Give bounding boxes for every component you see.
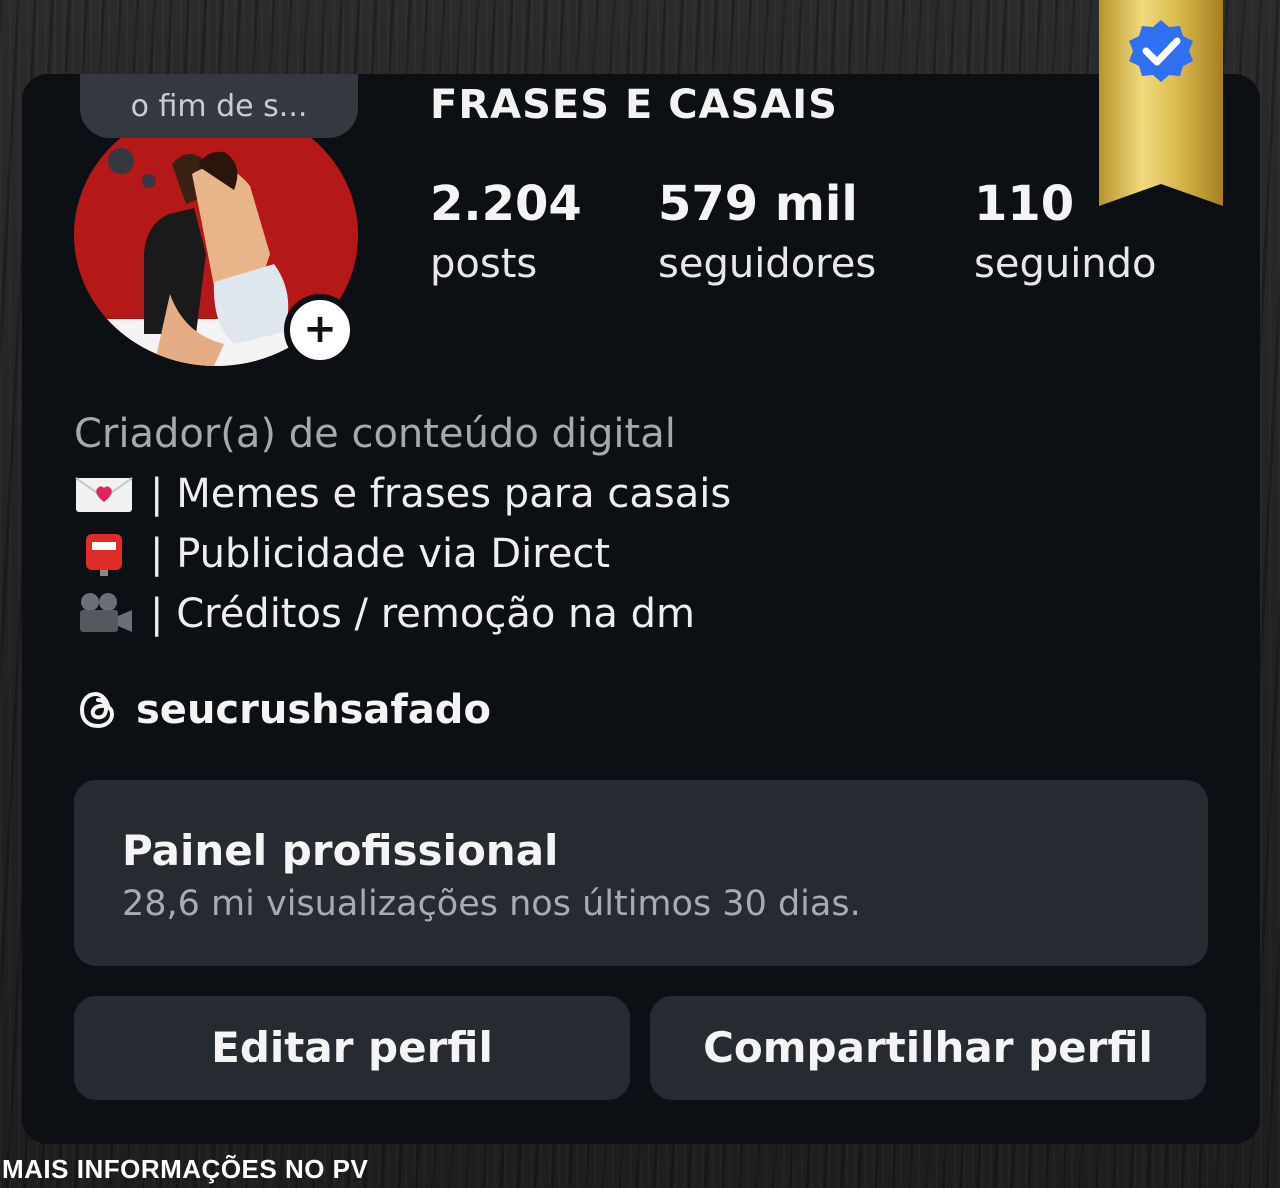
footer-caption: MAIS INFORMAÇÕES NO PV bbox=[2, 1154, 369, 1184]
bio-line-text: | Créditos / remoção na dm bbox=[150, 591, 695, 637]
love-letter-icon bbox=[74, 472, 134, 516]
bio-line-text: | Publicidade via Direct bbox=[150, 531, 611, 577]
profile-name: FRASES E CASAIS bbox=[430, 82, 838, 128]
note-bubble-dot-small bbox=[142, 174, 156, 188]
stat-posts-value: 2.204 bbox=[430, 176, 582, 232]
stat-followers-label: seguidores bbox=[658, 241, 877, 287]
stat-posts[interactable]: 2.204 posts bbox=[430, 174, 582, 294]
professional-dashboard[interactable]: Painel profissional 28,6 mi visualizaçõe… bbox=[74, 780, 1208, 966]
bio-line-text: | Memes e frases para casais bbox=[150, 471, 732, 517]
dashboard-title: Painel profissional bbox=[122, 826, 559, 875]
note-bubble-dot bbox=[108, 148, 134, 174]
bio-line: | Créditos / remoção na dm bbox=[74, 584, 731, 644]
note-text: o fim de s... bbox=[130, 89, 308, 124]
movie-camera-icon bbox=[74, 592, 134, 636]
profile-card: o fim de s... + FRASES E CASAIS 2.204 po… bbox=[22, 74, 1260, 1144]
threads-handle: seucrushsafado bbox=[136, 687, 491, 733]
bio-line: | Publicidade via Direct bbox=[74, 524, 731, 584]
bio: Criador(a) de conteúdo digital | Memes e… bbox=[74, 404, 731, 644]
stat-followers-value: 579 mil bbox=[658, 176, 858, 232]
plus-icon: + bbox=[303, 306, 337, 352]
share-profile-button[interactable]: Compartilhar perfil bbox=[650, 996, 1206, 1100]
add-story-button[interactable]: + bbox=[284, 294, 356, 366]
note-bubble[interactable]: o fim de s... bbox=[80, 74, 358, 138]
postbox-icon bbox=[74, 532, 134, 576]
edit-profile-button[interactable]: Editar perfil bbox=[74, 996, 630, 1100]
threads-icon bbox=[79, 691, 115, 729]
threads-link[interactable]: seucrushsafado bbox=[74, 686, 491, 734]
stat-following-label: seguindo bbox=[974, 241, 1157, 287]
stat-followers[interactable]: 579 mil seguidores bbox=[658, 174, 876, 294]
dashboard-subtitle: 28,6 mi visualizações nos últimos 30 dia… bbox=[122, 884, 861, 924]
bio-line: | Memes e frases para casais bbox=[74, 464, 731, 524]
bio-category: Criador(a) de conteúdo digital bbox=[74, 411, 676, 457]
stat-posts-label: posts bbox=[430, 241, 538, 287]
verified-ribbon bbox=[1099, 0, 1223, 206]
